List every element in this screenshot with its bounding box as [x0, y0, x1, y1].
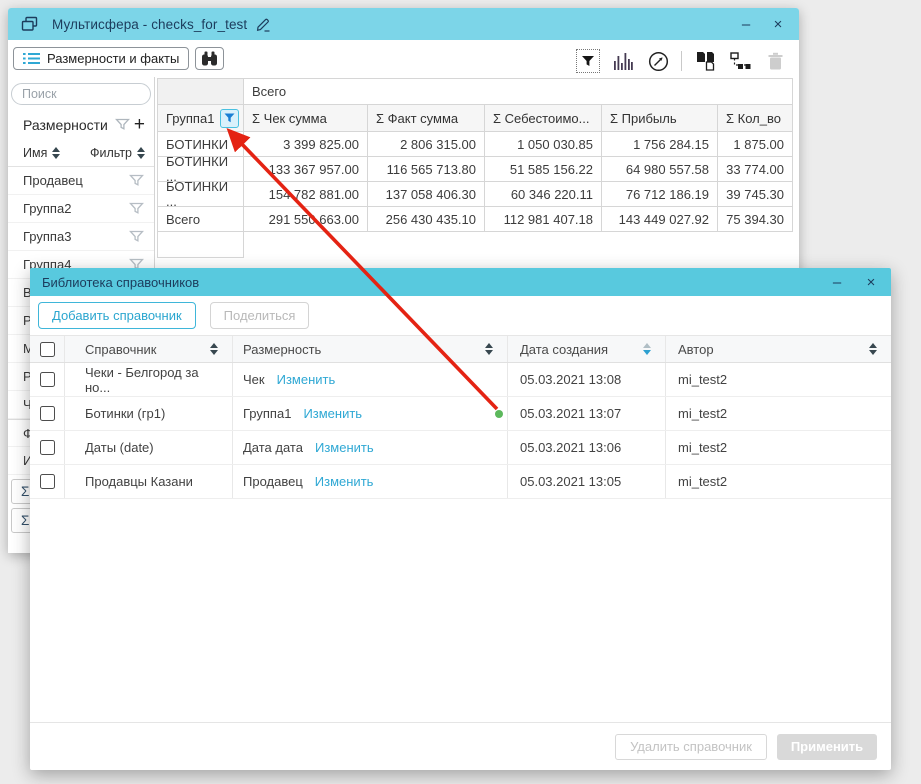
- dialog-close-button[interactable]: ×: [863, 275, 879, 290]
- share-button: Поделиться: [210, 302, 310, 329]
- reference-table: Справочник Размерность Дата создания Авт…: [30, 335, 891, 499]
- rename-pencil-icon[interactable]: [255, 17, 271, 32]
- pivot-row[interactable]: БОТИНКИ ... 133 367 957.00 116 565 713.8…: [158, 157, 793, 182]
- trash-tool-icon: [763, 49, 787, 73]
- name-column-header[interactable]: Имя: [23, 146, 60, 160]
- group1-active-filter-icon[interactable]: [220, 109, 239, 128]
- hierarchy-tool-icon[interactable]: [728, 49, 752, 73]
- edit-link[interactable]: Изменить: [303, 406, 362, 421]
- copy-tool-icon[interactable]: [693, 49, 717, 73]
- reference-row[interactable]: Даты (date) Дата датаИзменить 05.03.2021…: [30, 431, 891, 465]
- chart-tool-icon[interactable]: [611, 49, 635, 73]
- filter-tool-icon[interactable]: [576, 49, 600, 73]
- apply-button[interactable]: Применить: [777, 734, 877, 760]
- delete-reference-button: Удалить справочник: [615, 734, 767, 760]
- list-icon: [23, 52, 40, 65]
- toolbar-divider: [681, 51, 682, 71]
- main-titlebar: Мультисфера - checks_for_test – ×: [8, 8, 799, 40]
- active-indicator-dot: [495, 410, 503, 418]
- item-filter-icon[interactable]: [129, 230, 144, 243]
- item-filter-icon[interactable]: [129, 174, 144, 187]
- filter-sort-icon: [137, 147, 145, 159]
- edit-link[interactable]: Изменить: [315, 474, 374, 489]
- fact-column-header[interactable]: Σ Чек сумма: [244, 105, 368, 132]
- row-dimension-header[interactable]: Группа1: [158, 105, 244, 132]
- row-checkbox[interactable]: [40, 474, 55, 489]
- reference-row[interactable]: Продавцы Казани ПродавецИзменить 05.03.2…: [30, 465, 891, 499]
- dialog-titlebar: Библиотека справочников – ×: [30, 268, 891, 296]
- author-column-header[interactable]: Автор: [666, 336, 891, 362]
- main-toolbar: Размерности и факты: [8, 40, 799, 77]
- select-all-checkbox[interactable]: [40, 342, 55, 357]
- fact-column-header[interactable]: Σ Кол_во: [718, 105, 793, 132]
- window-title: Мультисфера - checks_for_test: [52, 17, 247, 32]
- fact-column-header[interactable]: Σ Себестоимо...: [485, 105, 602, 132]
- reference-row[interactable]: Чеки - Белгород за но... ЧекИзменить 05.…: [30, 363, 891, 397]
- fact-column-header[interactable]: Σ Факт сумма: [368, 105, 485, 132]
- pivot-row[interactable]: БОТИНКИ ... 154 782 881.00 137 058 406.3…: [158, 182, 793, 207]
- add-dimension-button[interactable]: +: [134, 115, 145, 134]
- dimension-column-header[interactable]: Размерность: [233, 336, 508, 362]
- edit-link[interactable]: Изменить: [315, 440, 374, 455]
- dimension-item[interactable]: Группа3: [8, 223, 154, 251]
- edit-link[interactable]: Изменить: [277, 372, 336, 387]
- dialog-title: Библиотека справочников: [42, 275, 199, 290]
- pivot-empty-cell: [158, 232, 244, 258]
- dimensions-section-title: Размерности: [23, 117, 108, 133]
- pivot-row[interactable]: БОТИНКИ 3 399 825.00 2 806 315.00 1 050 …: [158, 132, 793, 157]
- item-filter-icon[interactable]: [129, 202, 144, 215]
- minimize-button[interactable]: –: [738, 17, 754, 32]
- row-checkbox[interactable]: [40, 440, 55, 455]
- row-checkbox[interactable]: [40, 406, 55, 421]
- reference-row[interactable]: Ботинки (гр1) Группа1Изменить 05.03.2021…: [30, 397, 891, 431]
- pivot-corner-cell: [158, 79, 244, 105]
- dimensions-facts-button[interactable]: Размерности и факты: [13, 47, 189, 70]
- reference-library-dialog: Библиотека справочников – × Добавить спр…: [30, 268, 891, 770]
- dimensions-filter-icon[interactable]: [115, 118, 130, 131]
- reference-sort-icon[interactable]: [210, 343, 218, 355]
- created-sort-icon[interactable]: [643, 343, 651, 355]
- created-column-header[interactable]: Дата создания: [508, 336, 666, 362]
- fact-column-header[interactable]: Σ Прибыль: [602, 105, 718, 132]
- pivot-total-header: Всего: [244, 79, 793, 105]
- dimension-item[interactable]: Группа2: [8, 195, 154, 223]
- search-input[interactable]: [11, 83, 151, 105]
- author-sort-icon[interactable]: [869, 343, 877, 355]
- dimension-sort-icon[interactable]: [485, 343, 493, 355]
- dialog-minimize-button[interactable]: –: [829, 275, 845, 290]
- pivot-table: Всего Группа1 Σ Чек сумма Σ Факт сумма Σ…: [157, 78, 793, 258]
- name-sort-icon: [52, 147, 60, 159]
- add-reference-button[interactable]: Добавить справочник: [38, 302, 196, 329]
- row-checkbox[interactable]: [40, 372, 55, 387]
- search-binoculars-button[interactable]: [195, 47, 224, 70]
- pivot-total-row[interactable]: Всего 291 550 663.00 256 430 435.10 112 …: [158, 207, 793, 232]
- binoculars-icon: [201, 51, 218, 66]
- filter-column-header[interactable]: Фильтр: [90, 146, 145, 160]
- reference-column-header[interactable]: Справочник: [65, 336, 233, 362]
- compass-tool-icon[interactable]: [646, 49, 670, 73]
- close-button[interactable]: ×: [770, 17, 786, 32]
- dimension-item[interactable]: Продавец: [8, 167, 154, 195]
- app-window-icon: [21, 16, 38, 32]
